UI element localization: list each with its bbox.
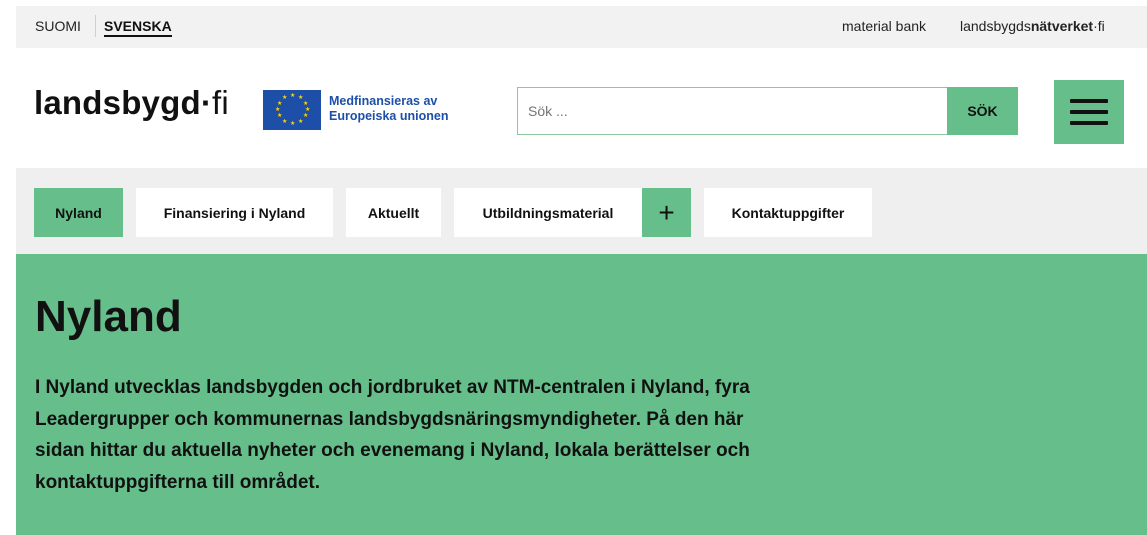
hero-description: I Nyland utvecklas landsbygden och jordb…	[35, 377, 750, 493]
nav-item-kontaktuppgifter[interactable]: Kontaktuppgifter	[704, 188, 872, 237]
language-finnish-link[interactable]: SUOMI	[35, 18, 81, 34]
top-utility-bar: SUOMI SVENSKA material bank landsbygdsnä…	[16, 6, 1147, 48]
network-site-link[interactable]: landsbygdsnätverket·fi	[960, 18, 1105, 34]
search-box	[517, 87, 1018, 135]
network-bold: nätverket	[1030, 18, 1094, 34]
logo-main: landsbygd	[34, 84, 201, 121]
section-navigation: Nyland Finansiering i Nyland Aktuellt Ut…	[16, 168, 1147, 254]
hero-section: Nyland I Nyland utvecklas landsbygden oc…	[16, 254, 1147, 535]
language-divider	[95, 15, 96, 37]
nav-item-aktuellt[interactable]: Aktuellt	[346, 188, 441, 237]
logo-tld: fi	[212, 84, 229, 121]
eu-line-2: Europeiska unionen	[329, 109, 449, 123]
page: SUOMI SVENSKA material bank landsbygdsnä…	[16, 6, 1147, 535]
plus-icon[interactable]: +	[642, 188, 691, 237]
eu-flag-icon: ★ ★ ★ ★ ★ ★ ★ ★ ★ ★ ★ ★	[263, 90, 321, 130]
network-suffix: ·fi	[1093, 18, 1105, 34]
eu-line-1: Medfinansieras av	[329, 94, 438, 108]
search-button[interactable]: SÖK	[947, 87, 1018, 135]
material-bank-link[interactable]: material bank	[842, 18, 926, 34]
page-title: Nyland	[35, 292, 182, 341]
page-frame: SUOMI SVENSKA material bank landsbygdsnä…	[0, 0, 1147, 535]
nav-item-utbildningsmaterial[interactable]: Utbildningsmaterial	[454, 188, 642, 237]
nav-item-finansiering[interactable]: Finansiering i Nyland	[136, 188, 333, 237]
hamburger-menu-icon[interactable]	[1054, 80, 1124, 144]
site-header: landsbygd·fi ★ ★ ★ ★ ★ ★ ★ ★ ★ ★ ★ ★ Med…	[16, 48, 1147, 168]
nav-item-nyland[interactable]: Nyland	[34, 188, 123, 237]
search-input[interactable]	[518, 88, 949, 134]
site-logo[interactable]: landsbygd·fi	[34, 84, 229, 122]
eu-cofinanced-label: Medfinansieras av Europeiska unionen	[329, 94, 448, 124]
logo-dot: ·	[200, 84, 213, 121]
language-swedish-link[interactable]: SVENSKA	[104, 18, 172, 37]
network-prefix: landsbygds	[960, 18, 1031, 34]
